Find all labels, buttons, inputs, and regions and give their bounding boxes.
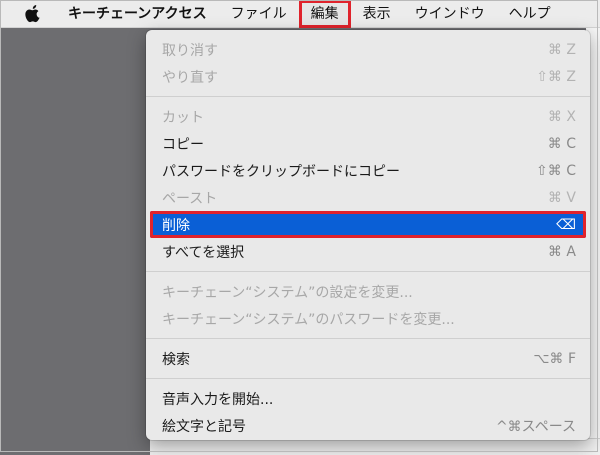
- menu-item-emoji-symbols[interactable]: 絵文字と記号 ^⌘スペース: [146, 412, 590, 439]
- menu-item-paste[interactable]: ペースト ⌘ V: [146, 184, 590, 211]
- menu-item-change-keychain-password[interactable]: キーチェーン“システム”のパスワードを変更...: [146, 305, 590, 332]
- menu-item-label: やり直す: [162, 69, 218, 86]
- menu-item-shortcut: ^⌘スペース: [495, 418, 576, 435]
- menu-separator: [146, 271, 590, 272]
- menu-item-delete[interactable]: 削除 ⌫: [150, 211, 586, 238]
- menu-edit[interactable]: 編集: [298, 0, 351, 28]
- background-window-left: [0, 28, 150, 454]
- menu-item-shortcut: ⌘ A: [547, 243, 576, 260]
- menu-bar: キーチェーンアクセス ファイル 編集 表示 ウインドウ ヘルプ: [0, 0, 600, 28]
- menu-item-label: キーチェーン“システム”のパスワードを変更...: [162, 311, 455, 328]
- menu-help[interactable]: ヘルプ: [497, 0, 563, 28]
- menu-item-label: パスワードをクリップボードにコピー: [162, 163, 400, 180]
- menu-item-find[interactable]: 検索 ⌥⌘ F: [146, 345, 590, 372]
- menu-item-change-keychain-settings[interactable]: キーチェーン“システム”の設定を変更...: [146, 278, 590, 305]
- menu-item-shortcut: ⌘ C: [547, 135, 576, 152]
- menu-item-redo[interactable]: やり直す ⇧⌘ Z: [146, 63, 590, 90]
- menu-separator: [146, 378, 590, 379]
- app-menu[interactable]: キーチェーンアクセス: [68, 0, 219, 28]
- menu-item-shortcut: ⌘ X: [547, 108, 576, 125]
- menu-item-label: 検索: [162, 351, 190, 368]
- menu-item-copy[interactable]: コピー ⌘ C: [146, 130, 590, 157]
- menu-item-label: 削除: [162, 217, 190, 234]
- menu-item-copy-password[interactable]: パスワードをクリップボードにコピー ⇧⌘ C: [146, 157, 590, 184]
- menu-item-start-dictation[interactable]: 音声入力を開始...: [146, 385, 590, 412]
- menu-item-label: 絵文字と記号: [162, 418, 246, 435]
- menu-view[interactable]: 表示: [351, 0, 403, 28]
- menu-item-undo[interactable]: 取り消す ⌘ Z: [146, 36, 590, 63]
- menu-item-label: ペースト: [162, 190, 218, 207]
- menu-item-label: 音声入力を開始...: [162, 391, 274, 408]
- menu-item-shortcut: ⌘ Z: [547, 41, 576, 58]
- menu-separator: [146, 96, 590, 97]
- menu-item-shortcut: ⌥⌘ F: [533, 350, 576, 367]
- delete-key-icon: ⌫: [556, 216, 576, 233]
- menu-file[interactable]: ファイル: [219, 0, 299, 28]
- menu-item-shortcut: ⌘ V: [547, 189, 576, 206]
- menu-item-cut[interactable]: カット ⌘ X: [146, 103, 590, 130]
- menu-item-label: カット: [162, 109, 204, 126]
- apple-logo-icon[interactable]: [24, 4, 42, 24]
- menu-item-label: キーチェーン“システム”の設定を変更...: [162, 284, 413, 301]
- menu-separator: [146, 338, 590, 339]
- menu-item-select-all[interactable]: すべてを選択 ⌘ A: [146, 238, 590, 265]
- menu-window[interactable]: ウインドウ: [403, 0, 497, 28]
- menu-item-label: すべてを選択: [162, 244, 245, 261]
- menu-item-shortcut: ⇧⌘ Z: [536, 68, 576, 85]
- menu-item-shortcut: ⇧⌘ C: [536, 162, 576, 179]
- menu-item-label: 取り消す: [162, 42, 218, 59]
- menu-item-label: コピー: [162, 136, 204, 153]
- background-window-bottom: [150, 438, 600, 455]
- edit-menu-dropdown: 取り消す ⌘ Z やり直す ⇧⌘ Z カット ⌘ X コピー ⌘ C パスワード…: [146, 30, 590, 440]
